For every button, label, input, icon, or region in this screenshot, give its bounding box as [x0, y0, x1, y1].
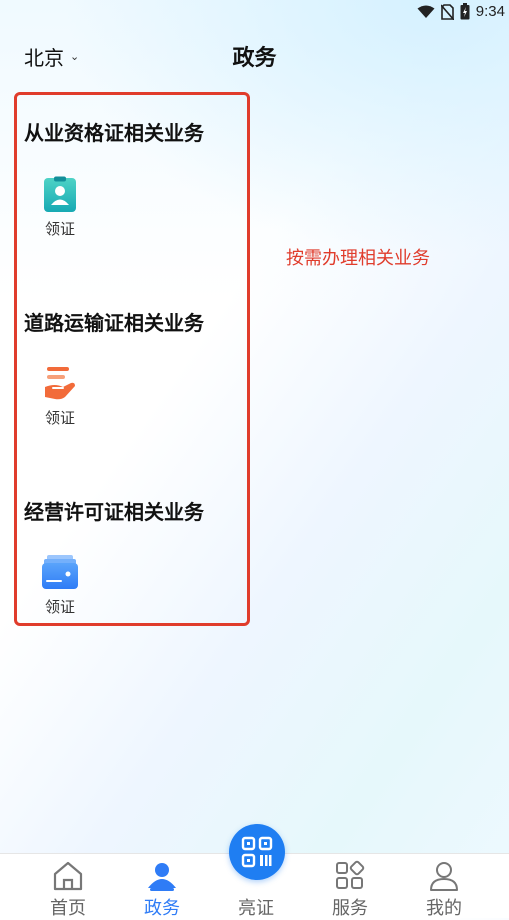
annotation-text: 按需办理相关业务: [286, 248, 430, 269]
highlight-box: [14, 92, 250, 626]
service-label: 领证: [44, 220, 75, 238]
chevron-down-icon: ⌄: [70, 50, 80, 63]
city-selector[interactable]: 北京 ⌄: [24, 42, 79, 71]
service-label: 领证: [44, 409, 75, 427]
nav-government[interactable]: 政务: [122, 854, 202, 919]
section-title: 经营许可证相关业务: [24, 500, 204, 524]
nav-mine[interactable]: 我的: [404, 854, 484, 919]
receive-certificate-button[interactable]: 领证: [30, 554, 90, 617]
qr-code-icon: [241, 836, 273, 868]
receive-certificate-button[interactable]: 领证: [30, 365, 90, 428]
section-title: 从业资格证相关业务: [24, 121, 204, 145]
section-qualification: 从业资格证相关业务: [24, 117, 204, 146]
no-sim-icon: [440, 3, 454, 20]
nav-label: 政务: [144, 898, 180, 919]
section-title: 道路运输证相关业务: [24, 311, 204, 335]
receive-certificate-button[interactable]: 领证: [30, 176, 90, 239]
id-card-icon: [44, 176, 76, 212]
city-label: 北京: [24, 46, 64, 70]
nav-label: 服务: [332, 898, 368, 919]
profile-icon: [430, 862, 458, 891]
nav-label: 亮证: [238, 898, 274, 919]
grid-icon: [336, 860, 365, 889]
home-icon: [53, 861, 83, 891]
status-bar: 9:34: [0, 0, 509, 26]
status-time: 9:34: [475, 3, 505, 20]
show-certificate-button[interactable]: [229, 824, 285, 880]
nav-label: 我的: [426, 898, 462, 919]
status-icons: 9:34: [417, 3, 505, 20]
nav-label: 首页: [50, 898, 86, 919]
service-label: 领证: [44, 598, 75, 616]
wallet-card-icon: [42, 555, 78, 589]
header: 政务 北京 ⌄: [0, 40, 509, 74]
section-road-transport: 道路运输证相关业务: [24, 307, 204, 336]
hand-receive-icon: [45, 367, 75, 400]
section-business-license: 经营许可证相关业务: [24, 496, 204, 525]
person-icon: [148, 863, 176, 891]
wifi-icon: [417, 5, 435, 18]
nav-home[interactable]: 首页: [28, 854, 108, 919]
nav-services[interactable]: 服务: [310, 854, 390, 919]
battery-icon: [460, 3, 470, 20]
